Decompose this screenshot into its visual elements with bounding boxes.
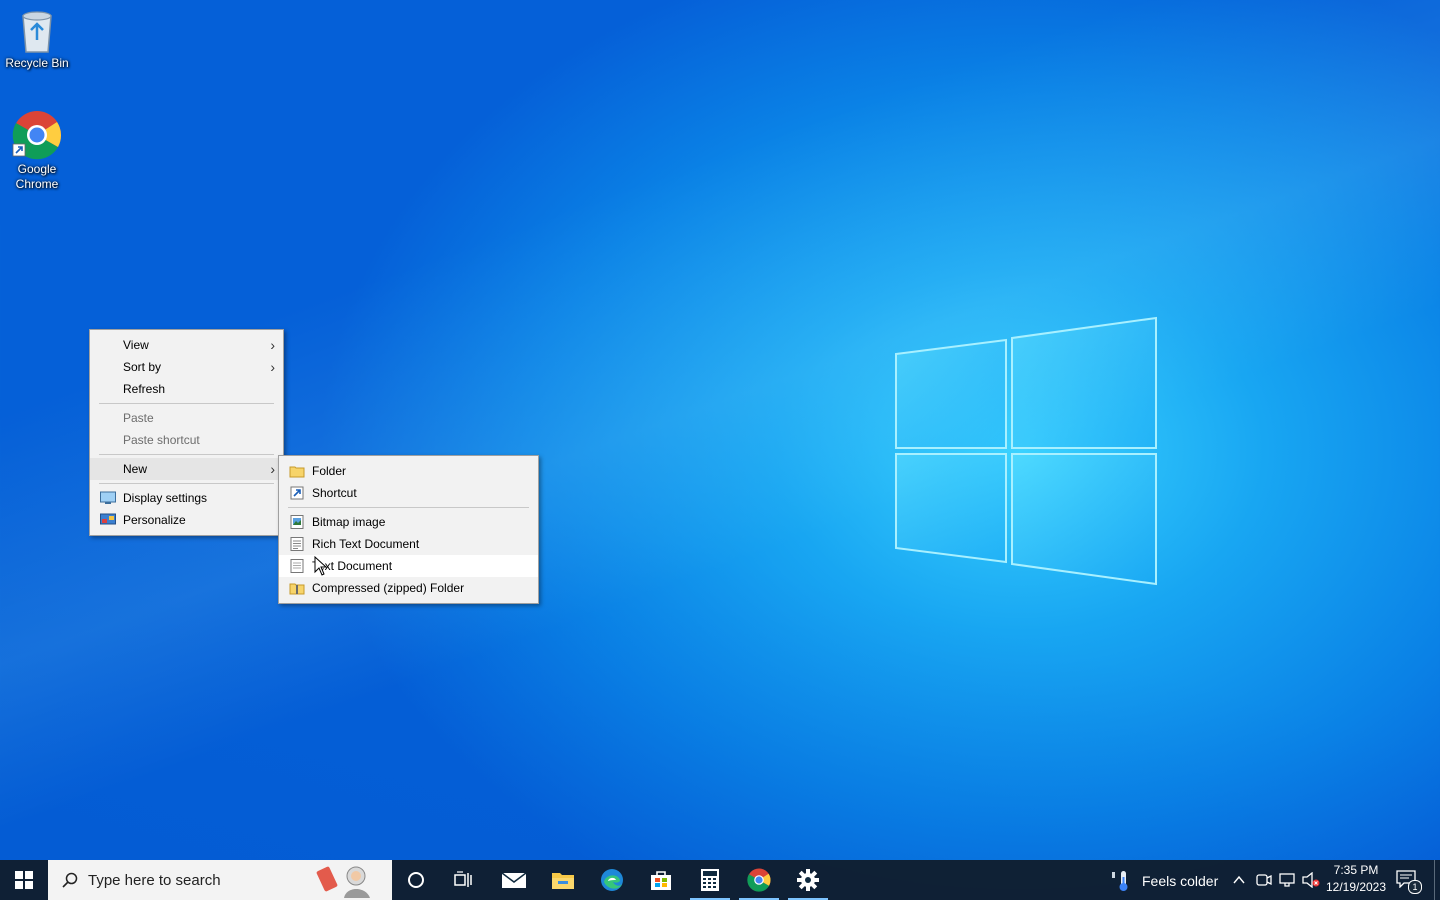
menu-item-label: Paste: [123, 411, 154, 425]
menu-item-label: Bitmap image: [312, 515, 386, 529]
edge-icon: [601, 869, 623, 891]
menu-item-label: Compressed (zipped) Folder: [312, 581, 465, 595]
menu-item-label: Folder: [312, 464, 347, 478]
desktop-icon-label: Recycle Bin: [5, 56, 69, 70]
show-desktop-button[interactable]: [1434, 860, 1440, 900]
store-icon: [651, 871, 671, 890]
menu-item-display-settings[interactable]: Display settings: [90, 487, 283, 509]
menu-item-paste-shortcut[interactable]: Paste shortcut: [90, 429, 283, 451]
calculator-icon: [701, 869, 719, 891]
start-button[interactable]: [0, 860, 48, 900]
start-icon: [15, 871, 33, 889]
menu-item-refresh[interactable]: Refresh: [90, 378, 283, 400]
cortana-button[interactable]: [392, 860, 440, 900]
chevron-up-icon[interactable]: [1232, 873, 1246, 887]
menu-item-label: Sort by: [123, 360, 162, 374]
clock-time: 7:35 PM: [1333, 863, 1379, 877]
menu-separator: [99, 483, 274, 484]
windows-logo-wallpaper: [895, 316, 1157, 586]
folder-icon: [289, 466, 305, 478]
menu-item-label: New: [123, 462, 148, 476]
weather-icon: [1112, 871, 1128, 891]
mail-button[interactable]: [490, 860, 538, 900]
task-view-button[interactable]: [440, 860, 488, 900]
file-explorer-icon: [552, 873, 574, 889]
settings-icon: [797, 869, 819, 891]
menu-separator: [99, 403, 274, 404]
submenu-item-zip-folder[interactable]: Compressed (zipped) Folder: [279, 577, 538, 599]
file-explorer-button[interactable]: [539, 860, 587, 900]
submenu-item-rich-text[interactable]: Rich Text Document: [279, 533, 538, 555]
store-button[interactable]: [637, 860, 685, 900]
menu-item-label: Personalize: [123, 513, 186, 527]
personalize-icon: [100, 513, 116, 525]
notification-count-badge: 1: [1408, 880, 1422, 894]
chevron-right-icon: ›: [270, 461, 275, 477]
taskbar-search-box[interactable]: Type here to search: [48, 860, 392, 900]
desktop-icon-recycle-bin[interactable]: Recycle Bin: [0, 8, 74, 71]
task-view-icon: [454, 871, 472, 887]
rich-text-document-icon: [290, 537, 304, 551]
menu-item-label: Shortcut: [312, 486, 357, 500]
meet-now-icon[interactable]: [1256, 872, 1272, 888]
mouse-cursor-icon: [314, 556, 328, 576]
settings-taskbar-button[interactable]: [784, 860, 832, 900]
mail-icon: [501, 872, 527, 888]
bitmap-image-icon: [290, 515, 304, 529]
menu-item-personalize[interactable]: Personalize: [90, 509, 283, 531]
search-icon: [62, 872, 78, 888]
weather-text[interactable]: Feels colder: [1142, 873, 1218, 889]
menu-item-label: Paste shortcut: [123, 433, 200, 447]
menu-item-label: Rich Text Document: [312, 537, 420, 551]
shortcut-icon: [290, 486, 304, 500]
clock-date: 12/19/2023: [1325, 880, 1387, 894]
edge-button[interactable]: [588, 860, 636, 900]
chrome-icon: [747, 868, 771, 892]
submenu-item-bitmap[interactable]: Bitmap image: [279, 511, 538, 533]
menu-item-sort-by[interactable]: Sort by ›: [90, 356, 283, 378]
new-submenu: Folder Shortcut Bitmap image Rich Text D…: [278, 455, 539, 604]
volume-muted-icon[interactable]: [1302, 872, 1320, 888]
submenu-item-folder[interactable]: Folder: [279, 460, 538, 482]
search-placeholder: Type here to search: [88, 872, 221, 889]
submenu-item-shortcut[interactable]: Shortcut: [279, 482, 538, 504]
action-center-button[interactable]: 1: [1396, 870, 1422, 894]
chrome-icon: [12, 111, 62, 160]
menu-item-label: Refresh: [123, 382, 166, 396]
menu-separator: [288, 507, 529, 508]
menu-separator: [99, 454, 274, 455]
menu-item-new[interactable]: New ›: [90, 458, 283, 480]
cortana-icon: [408, 872, 424, 888]
chevron-right-icon: ›: [270, 359, 275, 375]
menu-item-label: Display settings: [123, 491, 208, 505]
recycle-bin-icon: [22, 11, 52, 53]
network-icon[interactable]: [1279, 872, 1297, 888]
calculator-button[interactable]: [686, 860, 734, 900]
menu-item-label: View: [123, 338, 149, 352]
desktop-icon-label: Google Chrome: [15, 162, 59, 191]
menu-item-paste[interactable]: Paste: [90, 407, 283, 429]
chrome-taskbar-button[interactable]: [735, 860, 783, 900]
zip-folder-icon: [289, 583, 305, 595]
display-icon: [100, 491, 116, 504]
search-highlight-icon: [316, 866, 370, 898]
desktop-context-menu: View › Sort by › Refresh Paste Paste sho…: [89, 329, 284, 536]
clock[interactable]: 7:35 PM 12/19/2023: [1324, 863, 1388, 894]
chevron-right-icon: ›: [270, 337, 275, 353]
menu-item-view[interactable]: View ›: [90, 334, 283, 356]
taskbar: Type here to search Feels colder 7:35 PM…: [0, 860, 1440, 900]
text-document-icon: [290, 559, 304, 573]
desktop-icon-chrome[interactable]: Google Chrome: [0, 110, 74, 192]
